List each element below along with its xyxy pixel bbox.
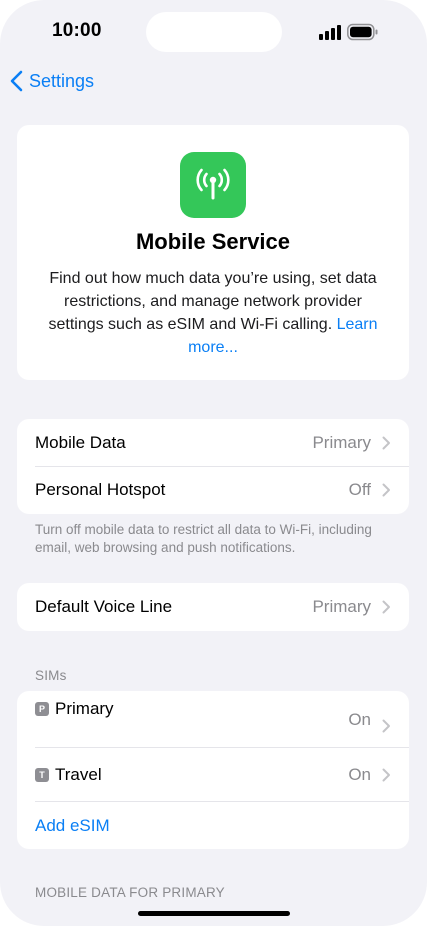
sim-row-travel[interactable]: T Travel On <box>17 748 409 801</box>
mobile-data-row[interactable]: Mobile Data Primary <box>17 419 409 467</box>
page-title: Mobile Service <box>135 229 291 254</box>
sim-name-primary: Primary <box>55 699 114 718</box>
default-voice-line-value: Primary <box>312 597 371 616</box>
sim-status-travel: On <box>348 764 371 784</box>
mobile-data-label: Mobile Data <box>35 433 126 452</box>
chevron-right-icon <box>382 600 390 614</box>
sim-badge-icon: T <box>35 767 49 782</box>
back-label: Settings <box>29 70 95 91</box>
sim-name-travel: Travel <box>55 764 102 784</box>
sim-status-primary: On <box>348 710 371 729</box>
chevron-right-icon <box>382 768 390 781</box>
page-description: Find out how much data you’re using, set… <box>35 267 391 359</box>
voice-line-group: Default Voice Line Primary <box>17 583 409 631</box>
chevron-right-icon <box>382 436 390 450</box>
battery-icon <box>347 23 378 41</box>
sim-badge-icon: P <box>35 702 49 716</box>
mobile-data-value: Primary <box>312 433 371 452</box>
chevron-right-icon <box>382 719 390 733</box>
mobile-service-app-icon <box>180 152 246 218</box>
home-indicator[interactable] <box>138 911 290 916</box>
chevron-left-icon <box>10 70 23 92</box>
phone-screen: 10:00 Settings Mobile Service Find out h… <box>0 0 427 926</box>
data-settings-group: Mobile Data Primary Personal Hotspot Off <box>17 419 409 514</box>
personal-hotspot-row[interactable]: Personal Hotspot Off <box>17 466 409 514</box>
default-voice-line-row[interactable]: Default Voice Line Primary <box>17 583 409 631</box>
sim-label-travel: T Travel <box>35 765 102 785</box>
mobile-service-header-card: Mobile Service Find out how much data yo… <box>17 125 409 380</box>
back-button[interactable]: Settings <box>10 70 94 92</box>
mobile-data-for-primary-header: MOBILE DATA FOR PRIMARY <box>35 885 225 900</box>
add-esim-label: Add eSIM <box>35 815 110 835</box>
status-bar: 10:00 <box>0 0 427 62</box>
mobile-data-footnote: Turn off mobile data to restrict all dat… <box>35 522 372 555</box>
personal-hotspot-label: Personal Hotspot <box>35 480 166 499</box>
add-esim-button[interactable]: Add eSIM <box>17 802 409 849</box>
sim-label-primary: P Primary <box>35 699 114 719</box>
chevron-right-icon <box>382 483 390 497</box>
personal-hotspot-value: Off <box>348 480 371 499</box>
cellular-signal-icon <box>319 25 341 40</box>
dynamic-island <box>146 12 282 52</box>
sim-row-primary[interactable]: P Primary On <box>17 691 409 747</box>
description-text: Find out how much data you’re using, set… <box>48 270 377 333</box>
default-voice-line-label: Default Voice Line <box>35 597 173 616</box>
sims-group: P Primary On T Travel On Add eSIM <box>17 691 409 849</box>
navigation-bar: Settings <box>0 66 427 100</box>
antenna-icon <box>196 168 230 200</box>
status-time: 10:00 <box>52 20 102 41</box>
sims-section-header: SIMs <box>35 668 67 683</box>
